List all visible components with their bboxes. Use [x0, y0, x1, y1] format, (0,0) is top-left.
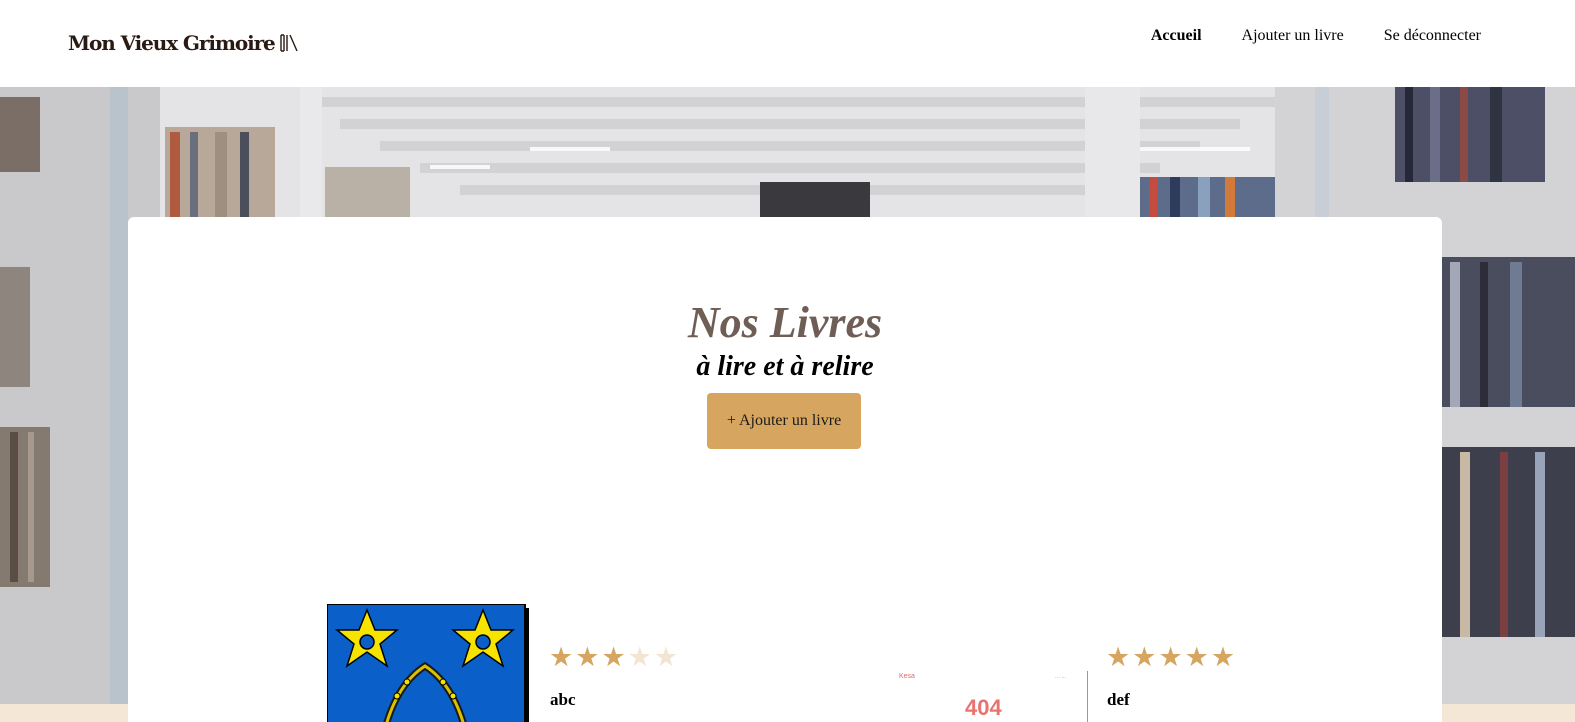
star-icon: ★: [1158, 642, 1183, 672]
cover-divider: [1087, 671, 1088, 722]
add-book-button[interactable]: + Ajouter un livre: [707, 393, 861, 449]
star-icon: ★: [601, 642, 626, 672]
book-title-def[interactable]: def: [1107, 690, 1130, 710]
site-header: Mon Vieux Grimoire Accueil Ajouter un li…: [0, 0, 1575, 87]
page-title: Nos Livres: [687, 298, 883, 347]
logo[interactable]: Mon Vieux Grimoire: [68, 28, 299, 58]
broken-image-small-text: Kesa: [899, 673, 915, 680]
book-cover-abc[interactable]: [327, 604, 529, 722]
page-subtitle: à lire et à relire: [696, 351, 874, 382]
error-404-text: 404: [965, 695, 1002, 720]
star-icon: ★: [549, 642, 574, 672]
main-nav: Accueil Ajouter un livre Se déconnecter: [1151, 27, 1481, 45]
star-icon: ★: [1106, 642, 1131, 672]
books-section: Nos Livres à lire et à relire + Ajouter …: [128, 217, 1442, 722]
books-logo-icon: [279, 34, 298, 52]
star-icon: ★: [1184, 642, 1209, 672]
book-title-abc[interactable]: abc: [550, 690, 576, 710]
star-empty-icon: ★: [653, 642, 679, 672]
coat-of-arms-image: [327, 604, 529, 722]
star-empty-icon: ★: [627, 642, 652, 672]
nav-accueil[interactable]: Accueil: [1151, 27, 1202, 45]
nav-ajouter-livre[interactable]: Ajouter un livre: [1242, 27, 1344, 45]
book-cover-def[interactable]: Kesa ··· ··· 404: [873, 657, 1088, 722]
star-icon: ★: [1132, 642, 1157, 672]
star-icon: ★: [1210, 642, 1236, 672]
logo-text: Mon Vieux Grimoire: [68, 31, 276, 55]
book-rating-abc: ★ ★ ★ ★ ★: [549, 644, 678, 671]
nav-deconnexion[interactable]: Se déconnecter: [1384, 27, 1481, 45]
broken-image-tiny-text: ··· ···: [1055, 675, 1067, 681]
book-rating-def: ★ ★ ★ ★ ★: [1106, 644, 1235, 671]
star-icon: ★: [575, 642, 600, 672]
